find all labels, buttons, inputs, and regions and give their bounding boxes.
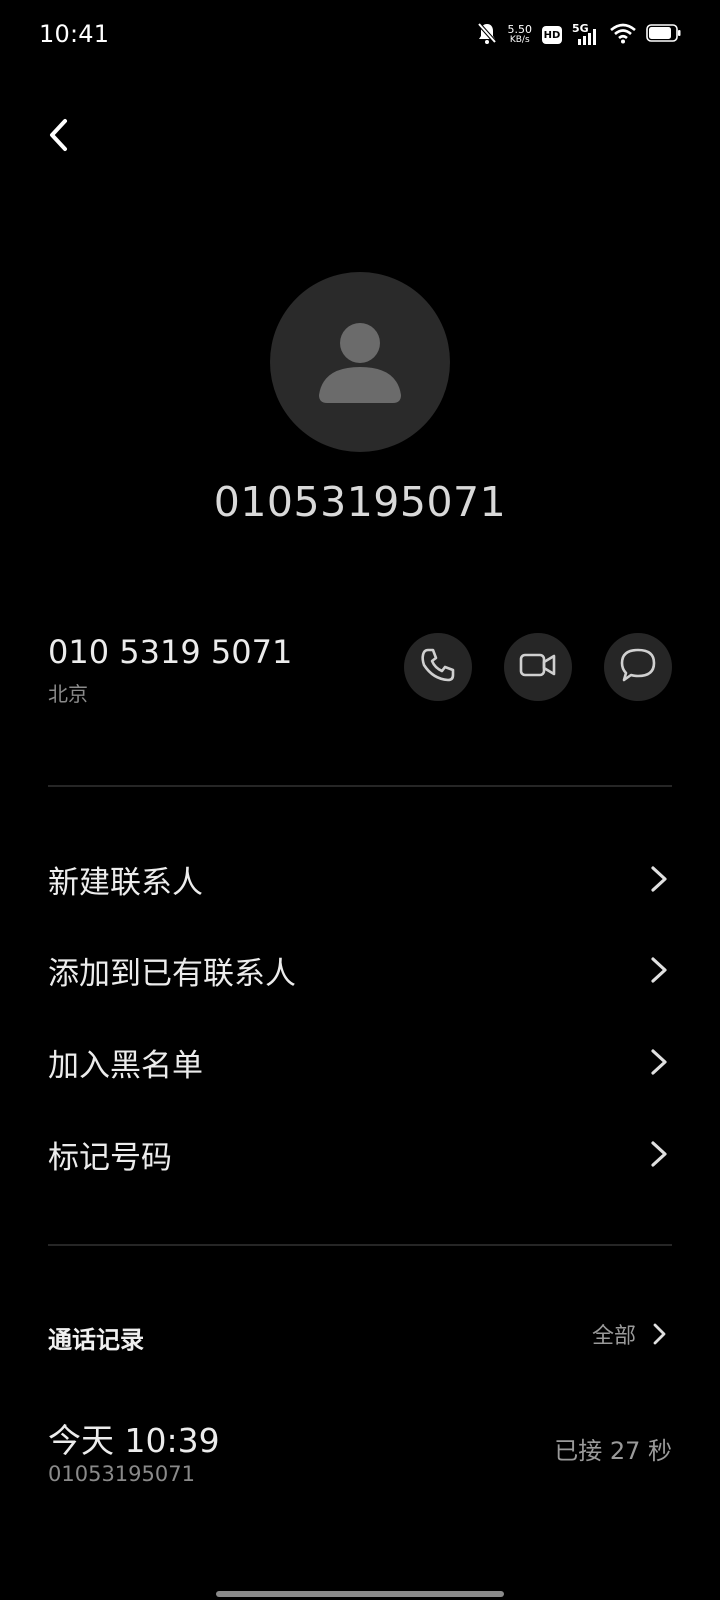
call-button[interactable] <box>404 633 472 701</box>
chevron-right-icon <box>651 957 667 983</box>
message-button[interactable] <box>604 633 672 701</box>
call-log-all-button[interactable]: 全部 <box>592 1318 668 1350</box>
battery-icon <box>646 23 682 47</box>
bell-off-icon <box>476 21 498 49</box>
status-icons: 5.50 KB/s HD 5G <box>476 20 683 50</box>
menu-item-add-to-existing[interactable]: 添加到已有联系人 <box>0 925 720 1015</box>
video-call-button[interactable] <box>504 633 572 701</box>
person-icon <box>315 315 405 409</box>
contact-title-number: 01053195071 <box>213 478 507 526</box>
divider <box>48 785 672 787</box>
phone-number[interactable]: 010 5319 5071 <box>48 633 292 671</box>
status-bar: 10:41 5.50 KB/s HD 5G <box>0 0 720 68</box>
menu-item-label: 加入黑名单 <box>48 1047 203 1084</box>
video-call-icon <box>518 645 558 689</box>
call-log-header: 通话记录 <box>48 1326 144 1354</box>
menu-item-label: 新建联系人 <box>48 864 203 901</box>
divider <box>48 1244 672 1246</box>
chevron-right-icon <box>651 1049 667 1075</box>
chevron-right-icon <box>651 866 667 892</box>
menu-item-label: 添加到已有联系人 <box>48 955 296 992</box>
chevron-right-icon <box>651 1141 667 1167</box>
home-indicator[interactable] <box>216 1591 504 1597</box>
back-button[interactable] <box>36 112 80 162</box>
call-log-all-label: 全部 <box>591 1324 636 1349</box>
call-log-time: 今天 10:39 <box>48 1421 220 1460</box>
phone-icon <box>418 645 458 689</box>
call-log-number: 01053195071 <box>48 1462 195 1486</box>
net-speed-unit: KB/s <box>509 35 530 45</box>
wifi-icon <box>610 22 636 48</box>
menu-item-new-contact[interactable]: 新建联系人 <box>0 834 720 924</box>
chevron-right-icon <box>653 1323 666 1345</box>
menu-item-mark-number[interactable]: 标记号码 <box>0 1109 720 1199</box>
phone-location: 北京 <box>48 682 88 706</box>
avatar <box>270 272 450 452</box>
net-speed: 5.50 KB/s <box>507 23 533 45</box>
hd-icon: HD <box>542 26 562 44</box>
chevron-left-icon <box>46 118 70 156</box>
message-icon <box>618 645 658 689</box>
net-speed-value: 5.50 <box>507 23 533 36</box>
cellular-signal-icon: 5G <box>572 22 600 47</box>
call-log-status: 已接 27 秒 <box>554 1437 672 1465</box>
status-time: 10:41 <box>39 20 110 48</box>
menu-item-block[interactable]: 加入黑名单 <box>0 1017 720 1107</box>
menu-item-label: 标记号码 <box>48 1139 172 1176</box>
